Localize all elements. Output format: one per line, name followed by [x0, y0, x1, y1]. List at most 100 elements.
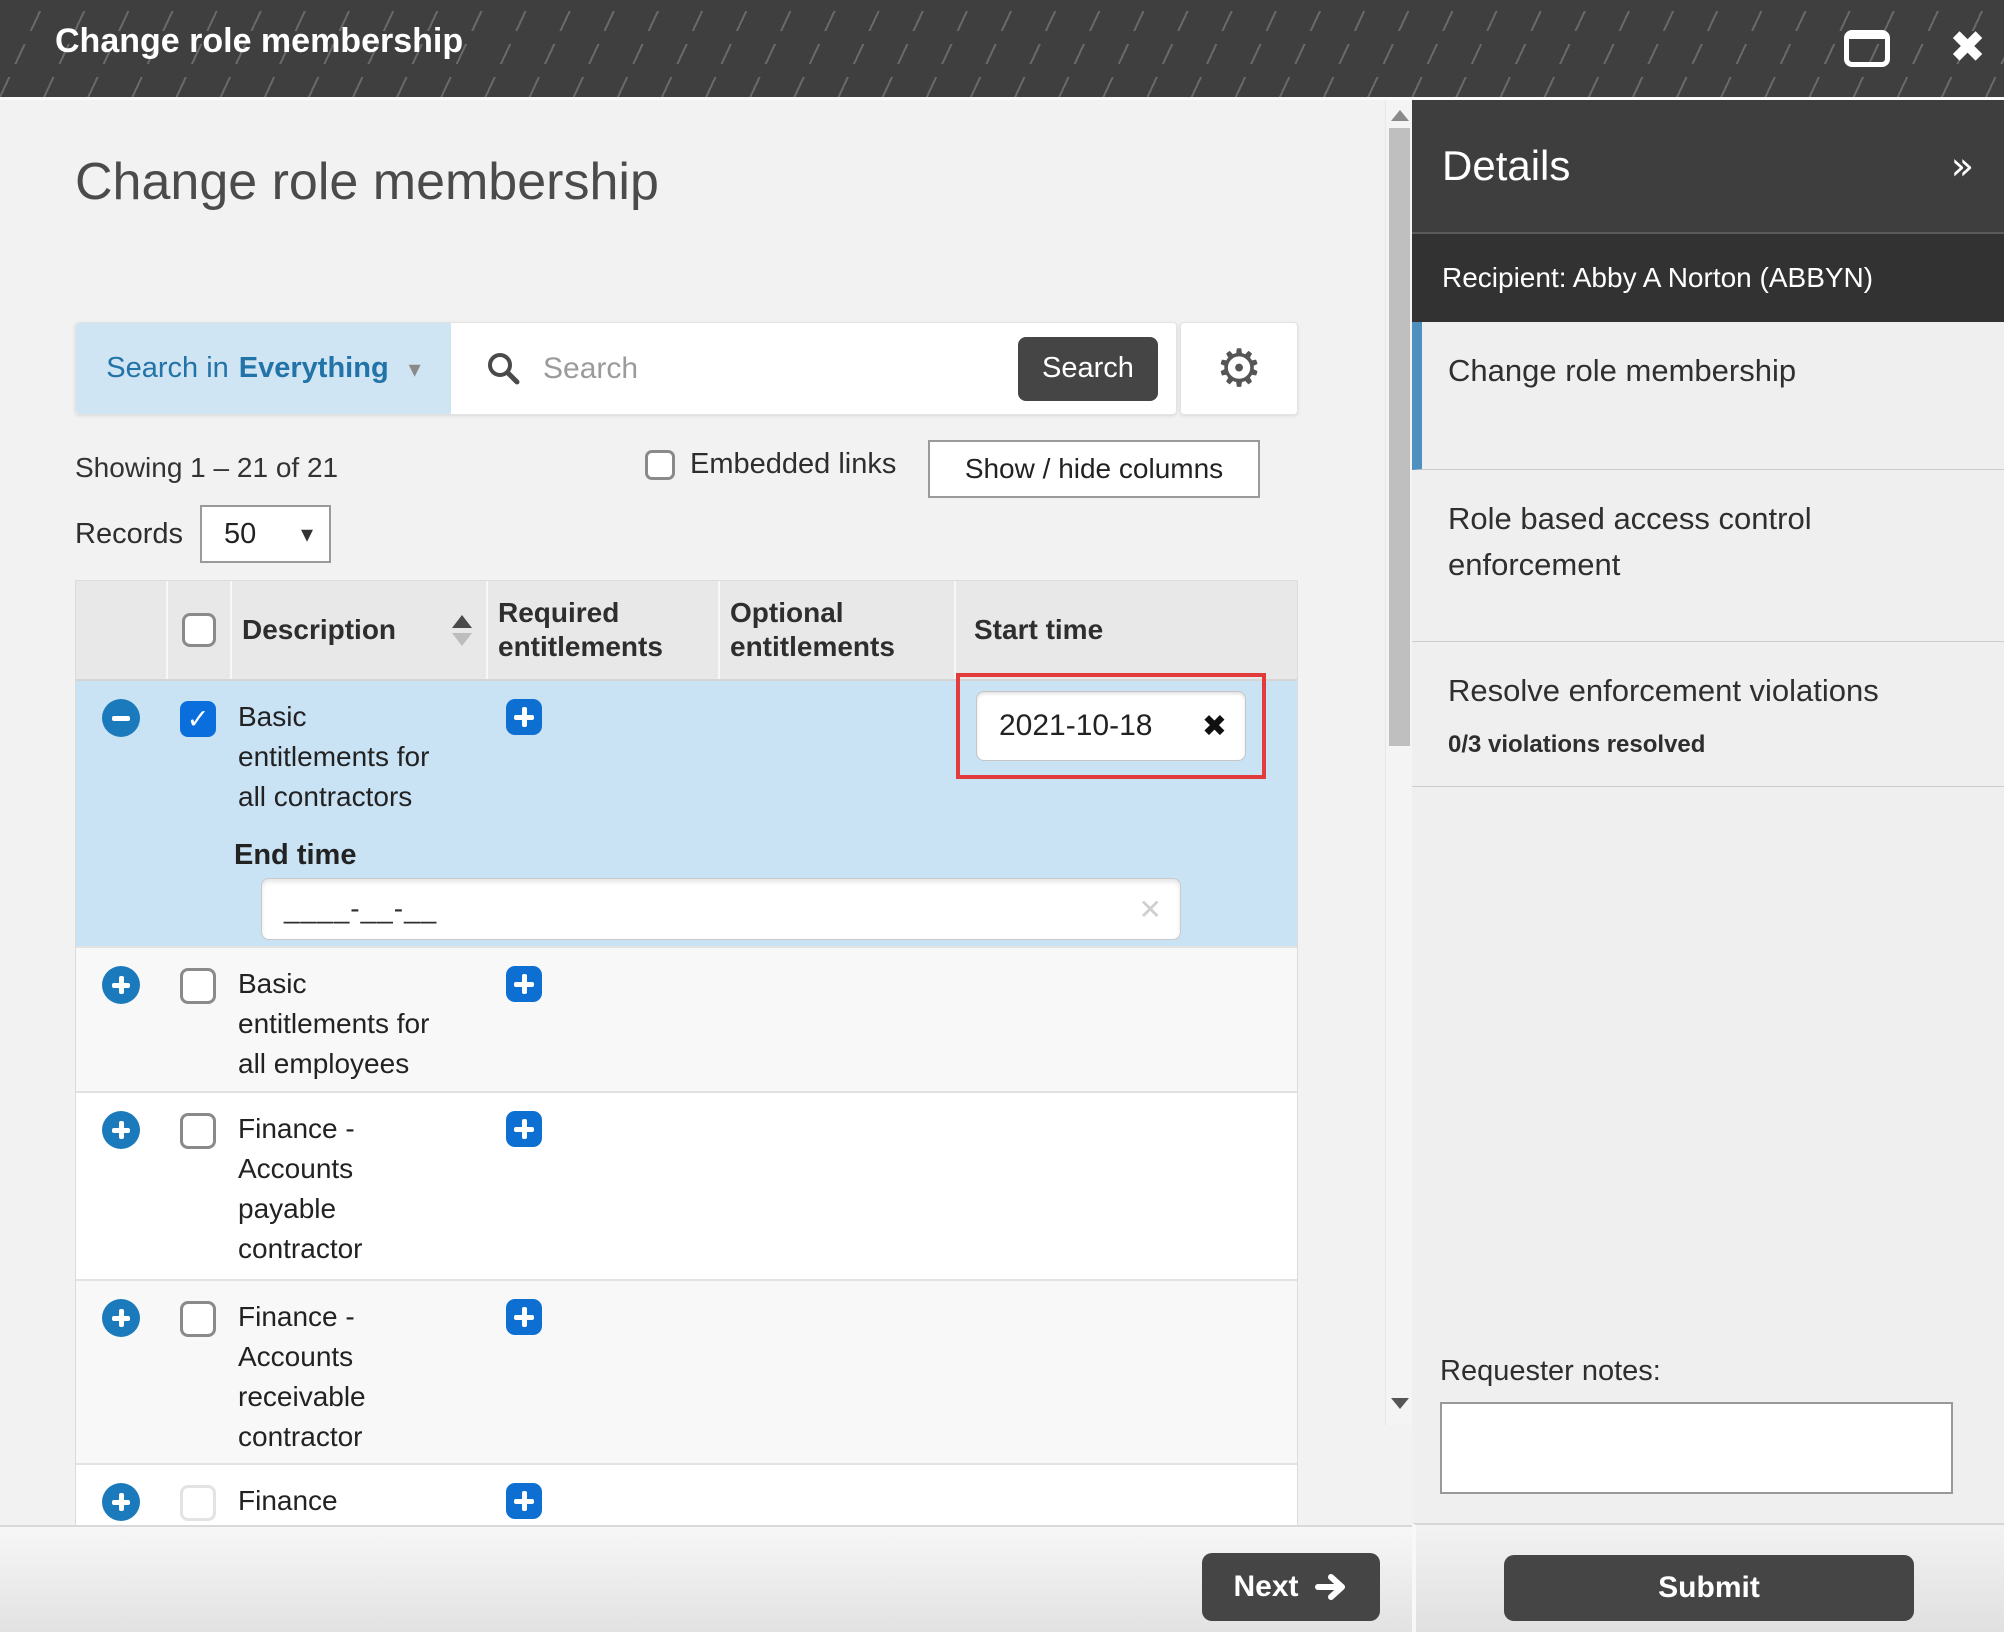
sort-ascending-icon [452, 615, 472, 628]
add-required-entitlement-icon[interactable] [506, 1299, 542, 1335]
scrollbar-thumb[interactable] [1389, 128, 1410, 746]
dialog-titlebar: Change role membership ✖ [0, 0, 2004, 100]
optional-entitlements-cell [718, 948, 954, 1100]
description-column-header[interactable]: Description [230, 581, 486, 679]
expand-cell [76, 1093, 166, 1285]
start-time-column-header: Start time [954, 581, 1299, 679]
recipient-text: Recipient: Abby A Norton (ABBYN) [1442, 262, 1873, 294]
select-column-header [166, 581, 230, 679]
checkbox-cell [166, 1281, 230, 1473]
add-required-entitlement-icon[interactable] [506, 966, 542, 1002]
collapse-panel-icon[interactable]: » [1951, 144, 1974, 188]
required-entitlements-cell [486, 1093, 718, 1285]
optional-entitlements-cell [718, 681, 954, 833]
close-icon[interactable]: ✖ [1949, 22, 1986, 73]
dialog-title: Change role membership [55, 22, 463, 61]
add-required-entitlement-icon[interactable] [506, 1111, 542, 1147]
description-cell: Basic entitlements for all employees [230, 948, 486, 1100]
expand-row-icon[interactable] [102, 1483, 140, 1521]
search-scope-prefix: Search in [106, 352, 229, 385]
description-cell: Finance - Accounts payable contractor [230, 1093, 486, 1285]
search-field [451, 350, 1018, 388]
end-time-input[interactable]: ____-__-__ ✕ [261, 878, 1181, 940]
start-time-cell [954, 1281, 1299, 1473]
required-entitlements-cell [486, 948, 718, 1100]
scroll-up-icon[interactable] [1391, 110, 1409, 121]
row-checkbox[interactable] [180, 1113, 216, 1149]
row-description: Basic entitlements for all contractors [238, 697, 450, 817]
expand-cell [76, 948, 166, 1100]
row-checkbox[interactable] [180, 1301, 216, 1337]
required-entitlements-cell [486, 681, 718, 833]
next-button-label: Next [1233, 1570, 1298, 1604]
show-hide-columns-button[interactable]: Show / hide columns [928, 440, 1260, 498]
requester-notes-input[interactable] [1440, 1402, 1953, 1494]
start-time-input[interactable]: 2021-10-18 ✖ [976, 691, 1246, 761]
step-label: Role based access control enforcement [1448, 501, 1812, 582]
records-caret-down-icon: ▾ [301, 520, 313, 548]
end-time-label: End time [234, 839, 356, 872]
add-required-entitlement-icon[interactable] [506, 699, 542, 735]
expand-cell [76, 1281, 166, 1473]
select-all-checkbox[interactable] [182, 613, 216, 647]
row-description: Basic entitlements for all employees [238, 964, 450, 1084]
checkbox-cell [166, 948, 230, 1100]
table-row[interactable]: Finance - Accounts receivable contractor [76, 1279, 1297, 1463]
records-per-page-select[interactable]: 50 ▾ [200, 505, 331, 563]
row-checkbox-checked[interactable]: ✓ [180, 701, 216, 737]
annotation-red-box: 2021-10-18 ✖ [956, 673, 1266, 779]
row-checkbox[interactable] [180, 968, 216, 1004]
optional-entitlements-cell [718, 1093, 954, 1285]
optional-entitlements-cell [718, 1281, 954, 1473]
step-label: Resolve enforcement violations [1448, 673, 1879, 708]
row-checkbox[interactable] [180, 1485, 216, 1521]
step-change-role-membership[interactable]: Change role membership [1412, 322, 2004, 470]
next-button[interactable]: Next [1202, 1553, 1380, 1621]
search-scope-dropdown[interactable]: Search in Everything ▾ [76, 323, 451, 414]
table-row[interactable]: ✓ Basic entitlements for all contractors… [76, 681, 1297, 831]
end-time-mask: ____-__-__ [284, 893, 437, 925]
expand-column-header [76, 581, 166, 679]
sort-descending-icon [452, 633, 472, 646]
table-row[interactable]: Basic entitlements for all employees [76, 946, 1297, 1091]
scroll-down-icon[interactable] [1391, 1398, 1409, 1409]
sort-icons[interactable] [452, 615, 472, 646]
search-icon [485, 350, 523, 388]
clear-end-time-icon[interactable]: ✕ [1139, 893, 1162, 926]
submit-button[interactable]: Submit [1504, 1555, 1914, 1621]
expand-row-icon[interactable] [102, 966, 140, 1004]
description-cell: Basic entitlements for all contractors [230, 681, 486, 833]
checkbox-cell [166, 1093, 230, 1285]
required-entitlements-column-header: Required entitlements [486, 581, 718, 679]
step-rbac-enforcement[interactable]: Role based access control enforcement [1412, 470, 2004, 642]
start-time-cell: 2021-10-18 ✖ [954, 681, 1299, 833]
expand-row-icon[interactable] [102, 1299, 140, 1337]
row-description: Finance [238, 1481, 338, 1521]
step-label: Change role membership [1448, 353, 1796, 388]
maximize-icon[interactable] [1844, 30, 1890, 67]
add-required-entitlement-icon[interactable] [506, 1483, 542, 1519]
collapse-row-icon[interactable] [102, 699, 140, 737]
embedded-links-label: Embedded links [690, 448, 896, 481]
search-bar: Search in Everything ▾ Search [75, 322, 1177, 415]
clear-start-time-icon[interactable]: ✖ [1202, 709, 1227, 744]
row-description: Finance - Accounts payable contractor [238, 1109, 450, 1269]
records-per-page-value: 50 [224, 518, 256, 551]
gear-icon: ⚙ [1216, 339, 1263, 399]
workflow-steps: Change role membership Role based access… [1412, 322, 2004, 787]
grid-settings-button[interactable]: ⚙ [1180, 322, 1298, 415]
embedded-links-checkbox[interactable] [645, 450, 675, 480]
start-time-cell [954, 948, 1299, 1100]
details-header: Details » [1412, 100, 2004, 232]
search-button[interactable]: Search [1018, 337, 1158, 401]
table-row[interactable]: Finance - Accounts payable contractor [76, 1091, 1297, 1279]
search-input[interactable] [543, 352, 1018, 386]
expand-cell [76, 681, 166, 833]
table-header-row: Description Required entitlements Option… [76, 581, 1297, 681]
required-entitlements-cell [486, 1281, 718, 1473]
step-resolve-violations[interactable]: Resolve enforcement violations 0/3 viola… [1412, 642, 2004, 787]
details-title: Details [1442, 142, 1570, 190]
expand-row-icon[interactable] [102, 1111, 140, 1149]
start-time-cell [954, 1093, 1299, 1285]
vertical-scrollbar[interactable] [1385, 100, 1412, 1425]
